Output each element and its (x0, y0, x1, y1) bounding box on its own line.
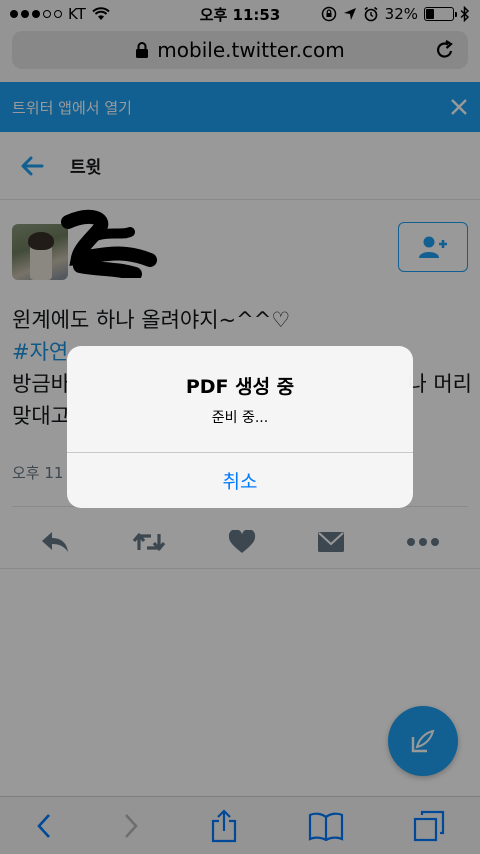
pdf-progress-alert: PDF 생성 중 준비 중... 취소 (67, 346, 413, 508)
alert-title: PDF 생성 중 (185, 376, 295, 398)
alert-message: 준비 중... (211, 410, 269, 426)
cancel-button[interactable]: 취소 (67, 453, 413, 508)
